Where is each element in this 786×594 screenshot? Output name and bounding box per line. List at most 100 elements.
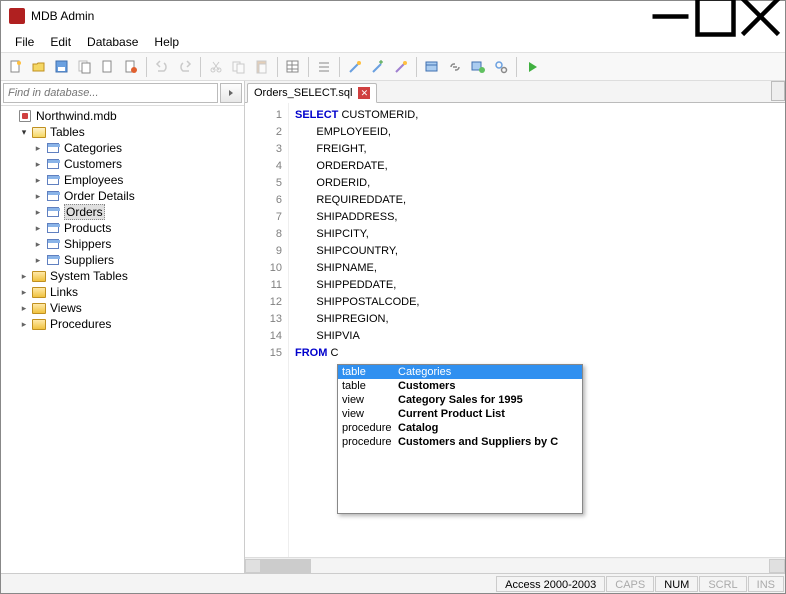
expand-arrow-icon[interactable]: ▸ [31,207,45,218]
app-icon [9,8,25,24]
autocomplete-popup[interactable]: tableCategoriestableCustomersviewCategor… [337,364,583,514]
clipboard-copy-button[interactable] [228,56,250,78]
tab-label: Orders_SELECT.sql [254,87,352,99]
search-input[interactable] [3,83,218,103]
tree-node[interactable]: ▸Links [3,284,242,300]
expand-arrow-icon[interactable]: ▸ [17,287,31,298]
menu-file[interactable]: File [7,32,42,52]
status-db-version: Access 2000-2003 [496,576,605,592]
maximize-button[interactable] [693,2,738,30]
toolbar [1,53,785,81]
tab-scroll-handle[interactable] [771,81,785,101]
status-caps: CAPS [606,576,654,592]
tree-node[interactable]: ▸Products [3,220,242,236]
new-doc-button[interactable] [97,56,119,78]
tree-node[interactable]: ▸ Procedures [3,316,242,332]
tree-node[interactable]: Northwind.mdb [3,108,242,124]
tree-icon [45,189,61,203]
save-button[interactable] [51,56,73,78]
expand-arrow-icon[interactable]: ▸ [17,303,31,314]
ac-name: Catalog [398,422,438,434]
scroll-right-button[interactable] [769,559,785,573]
close-button[interactable] [738,2,783,30]
tree-node[interactable]: ▸ Order Details [3,188,242,204]
tree-icon [31,317,47,331]
wand-alt-button[interactable] [390,56,412,78]
tree-icon [45,205,61,219]
ac-type: view [342,394,398,406]
expand-arrow-icon[interactable]: ▾ [17,127,31,138]
expand-arrow-icon[interactable]: ▸ [31,223,45,234]
autocomplete-item[interactable]: viewCurrent Product List [338,407,582,421]
expand-arrow-icon[interactable]: ▸ [17,271,31,282]
expand-arrow-icon[interactable]: ▸ [31,239,45,250]
expand-arrow-icon[interactable]: ▸ [17,319,31,330]
wand-button[interactable] [344,56,366,78]
editor-tabs: Orders_SELECT.sql ✕ [245,81,785,103]
expand-arrow-icon[interactable]: ▸ [31,191,45,202]
tab-orders-select[interactable]: Orders_SELECT.sql ✕ [247,83,377,103]
autocomplete-list[interactable]: tableCategoriestableCustomersviewCategor… [338,365,582,513]
autocomplete-item[interactable]: tableCustomers [338,379,582,393]
tree-node[interactable]: ▸ Employees [3,172,242,188]
ac-type: procedure [342,422,398,434]
expand-arrow-icon[interactable]: ▸ [31,159,45,170]
new-button[interactable] [5,56,27,78]
expand-arrow-icon[interactable]: ▸ [31,255,45,266]
autocomplete-item[interactable]: procedureCustomers and Suppliers by C [338,435,582,449]
minimize-button[interactable] [648,2,693,30]
tree-node[interactable]: ▸Shippers [3,236,242,252]
undo-button[interactable] [151,56,173,78]
list-button[interactable] [313,56,335,78]
scroll-thumb[interactable] [261,559,311,573]
tree-node[interactable]: ▸Views [3,300,242,316]
ac-name: Category Sales for 1995 [398,394,523,406]
tree-node[interactable]: ▾Tables [3,124,242,140]
link-button[interactable] [444,56,466,78]
autocomplete-item[interactable]: procedureCatalog [338,421,582,435]
tree-node[interactable]: ▸ Orders [3,204,242,220]
open-button[interactable] [28,56,50,78]
object-tree[interactable]: Northwind.mdb▾Tables ▸ Categories▸Customer… [1,106,244,573]
gears-button[interactable] [490,56,512,78]
run-button[interactable] [521,56,543,78]
wand-add-button[interactable] [367,56,389,78]
scroll-track[interactable] [261,559,769,573]
tree-node[interactable]: ▸Customers [3,156,242,172]
copy-button[interactable] [74,56,96,78]
tree-icon [31,125,47,139]
main-area: Northwind.mdb▾Tables ▸ Categories▸Customer… [1,81,785,573]
tree-icon [45,221,61,235]
tree-node[interactable]: ▸Suppliers [3,252,242,268]
autocomplete-item[interactable]: tableCategories [338,365,582,379]
grid-button[interactable] [282,56,304,78]
tree-icon [45,157,61,171]
search-go-button[interactable] [220,83,242,103]
tab-close-icon[interactable]: ✕ [358,87,370,99]
menu-database[interactable]: Database [79,32,146,52]
delete-doc-button[interactable] [120,56,142,78]
tree-label: Orders [64,204,105,220]
tree-label: Categories [64,141,122,155]
table-add-button[interactable] [467,56,489,78]
tree-icon [31,285,47,299]
sql-editor[interactable]: 123456789101112131415 SELECT CUSTOMERID,… [245,103,785,557]
menu-help[interactable]: Help [146,32,187,52]
tree-node[interactable]: ▸ Categories [3,140,242,156]
tree-icon [45,173,61,187]
horizontal-scrollbar[interactable] [245,557,785,573]
cut-button[interactable] [205,56,227,78]
redo-button[interactable] [174,56,196,78]
menu-edit[interactable]: Edit [42,32,79,52]
status-num: NUM [655,576,698,592]
scroll-left-button[interactable] [245,559,261,573]
tree-node[interactable]: ▸System Tables [3,268,242,284]
paste-button[interactable] [251,56,273,78]
expand-arrow-icon[interactable]: ▸ [31,175,45,186]
expand-arrow-icon[interactable]: ▸ [31,143,45,154]
tree-label: Procedures [50,317,111,331]
autocomplete-item[interactable]: viewCategory Sales for 1995 [338,393,582,407]
table-button[interactable] [421,56,443,78]
tree-label: Order Details [64,189,135,203]
tree-label: Employees [64,173,123,187]
